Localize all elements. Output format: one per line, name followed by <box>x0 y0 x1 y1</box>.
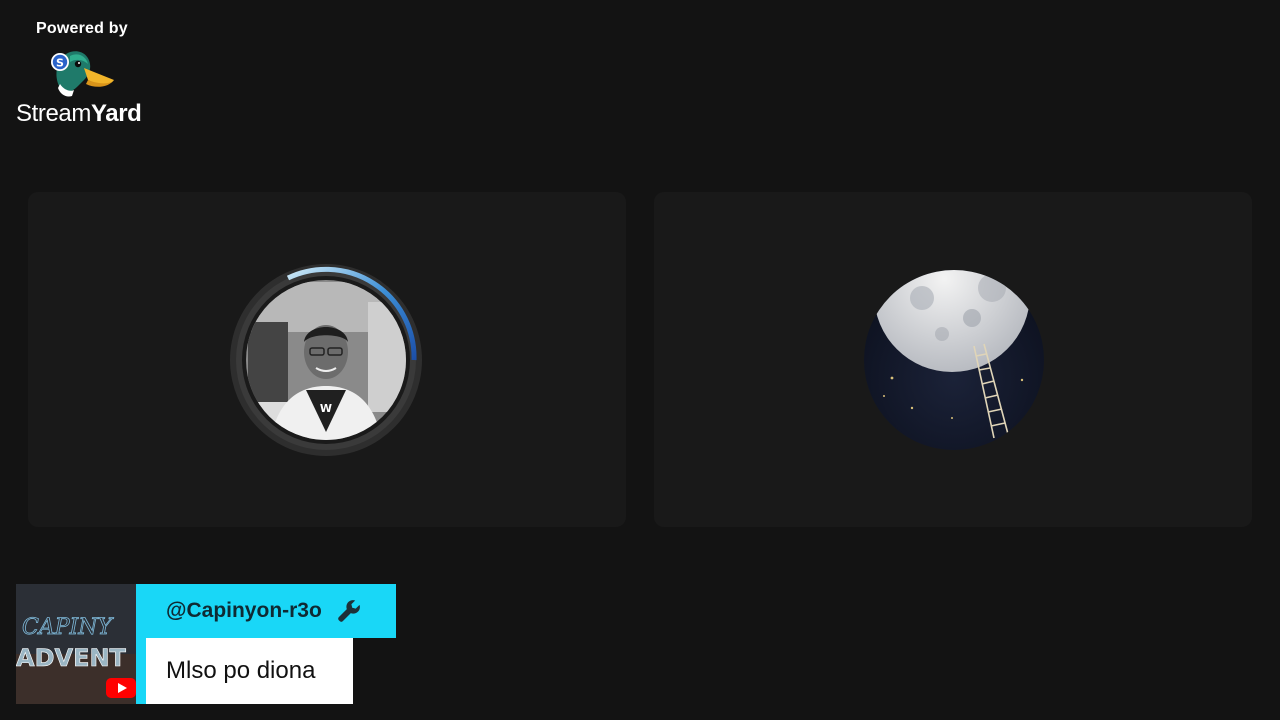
thumbnail-text: ADVENT <box>16 644 127 672</box>
wordmark-bold: Yard <box>90 100 142 127</box>
broadcast-canvas: Powered by S StreamYard W CAPINY ADVENT … <box>0 0 1280 720</box>
youtube-icon <box>106 678 136 698</box>
comment-author: @Capinyon-r3o <box>136 584 396 638</box>
participant-tile-1[interactable]: W <box>28 192 626 527</box>
svg-text:W: W <box>320 402 332 415</box>
moon-ladder-avatar <box>864 270 1044 450</box>
comment-message-box: Mlso po diona <box>146 638 353 704</box>
comment-username: @Capinyon-r3o <box>166 599 322 622</box>
channel-thumbnail: CAPINY ADVENT <box>16 584 136 704</box>
comment-message: Mlso po diona <box>166 657 316 684</box>
participant-tile-2[interactable] <box>654 192 1252 527</box>
wrench-icon <box>337 600 360 622</box>
svg-text:CAPINY: CAPINY <box>22 615 114 640</box>
wordmark-regular: Stream <box>16 100 91 127</box>
streamyard-duck-icon: S <box>51 51 114 97</box>
person-photo-avatar: W <box>230 264 422 456</box>
streamyard-branding: Powered by S StreamYard <box>14 18 154 130</box>
streamyard-wordmark: StreamYard <box>16 100 142 128</box>
powered-by-label: Powered by <box>36 20 128 37</box>
svg-text:S: S <box>56 57 64 70</box>
